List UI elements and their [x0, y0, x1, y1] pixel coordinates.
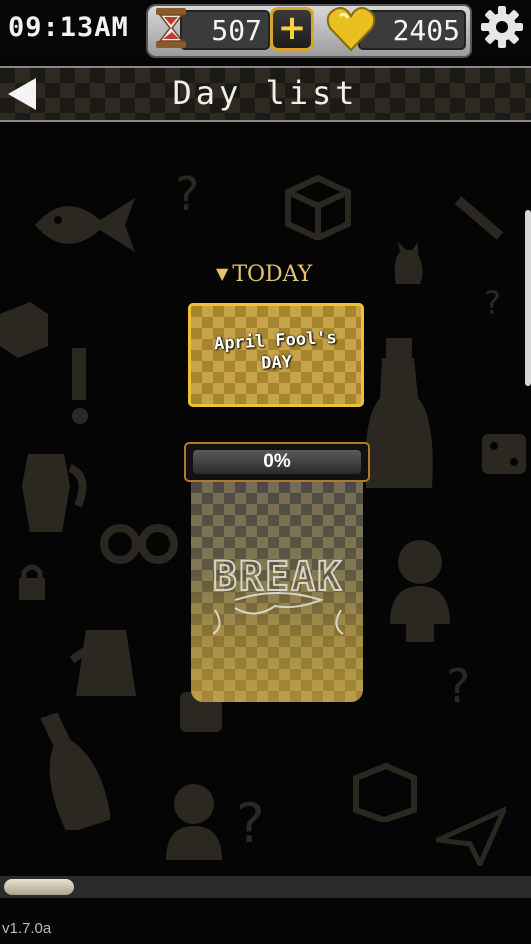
version-label: v1.7.0a — [2, 920, 52, 937]
status-bar: 09:13AM 507 + 2405 — [0, 0, 531, 60]
svg-text:?: ? — [175, 170, 199, 220]
progress-text: 0% — [263, 451, 291, 472]
svg-text:?: ? — [446, 660, 470, 710]
event-card-april-fools[interactable]: April Fool's DAY — [188, 303, 364, 407]
sand-count: 507 — [211, 14, 262, 47]
heart-count: 2405 — [392, 14, 460, 47]
bottle-icon — [360, 338, 436, 498]
glasses-icon — [100, 514, 180, 574]
cat-icon — [390, 240, 426, 284]
horizontal-scrollbar[interactable] — [0, 876, 531, 898]
question-mark-icon: ? — [446, 660, 486, 710]
coffee-pot-icon — [14, 446, 90, 534]
title-bar: Day list — [0, 66, 531, 122]
event-title: April Fool's DAY — [190, 326, 362, 379]
page-title: Day list — [172, 74, 359, 112]
clock: 09:13AM — [8, 12, 129, 43]
exclamation-icon — [66, 348, 96, 428]
bottle-icon — [40, 710, 110, 830]
today-heading: ▼ TODAY — [216, 262, 312, 287]
key-icon — [450, 190, 510, 250]
svg-text:?: ? — [484, 284, 501, 322]
vertical-scrollbar-thumb[interactable] — [525, 210, 531, 386]
fish-icon — [30, 190, 140, 260]
progress-bar: 0% — [184, 442, 370, 482]
story-logo: BREAK — [205, 530, 351, 640]
question-mark-icon: ? — [236, 792, 276, 852]
question-mark-icon: ? — [484, 284, 514, 324]
gold-heart-icon — [326, 6, 376, 52]
kettle-icon — [66, 610, 156, 700]
triangle-down-icon: ▼ — [216, 264, 229, 283]
hourglass-icon — [150, 6, 194, 50]
paper-plane-icon — [436, 806, 506, 866]
bust-statue-icon — [380, 534, 460, 644]
story-panel[interactable]: BREAK — [191, 482, 363, 702]
gear-icon[interactable] — [481, 6, 523, 48]
buy-sand-button[interactable]: + — [270, 7, 314, 51]
today-label: TODAY — [232, 262, 313, 287]
dice-icon — [480, 428, 530, 478]
box-icon — [350, 762, 420, 822]
lock-icon — [16, 562, 48, 602]
svg-text:?: ? — [236, 792, 265, 852]
bust-statue-icon — [160, 780, 230, 880]
progress-track: 0% — [193, 450, 361, 474]
box-icon — [280, 172, 356, 240]
box-icon — [0, 300, 50, 360]
question-mark-icon: ? — [175, 170, 205, 220]
horizontal-scrollbar-thumb[interactable] — [4, 879, 74, 895]
